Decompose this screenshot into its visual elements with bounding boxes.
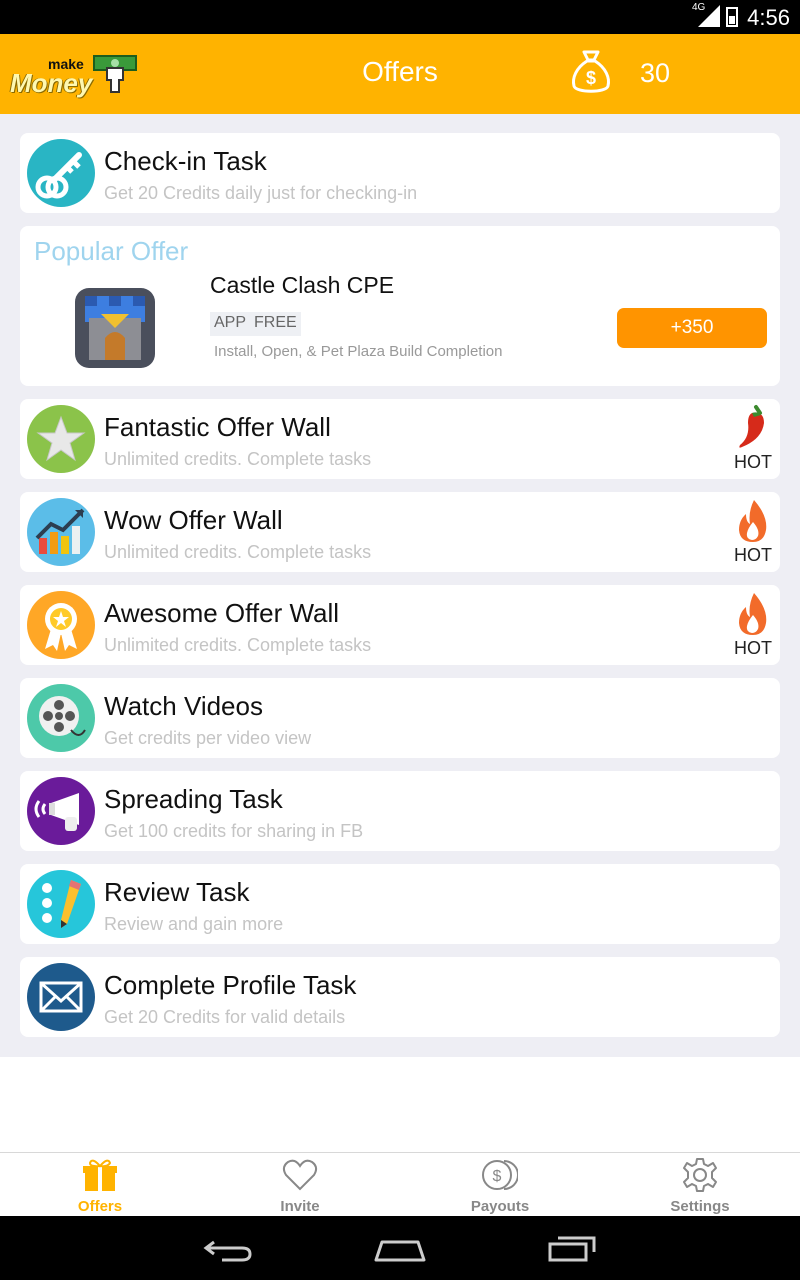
system-navigation-bar: [0, 1216, 800, 1280]
offer-card-review[interactable]: Review Task Review and gain more: [20, 864, 780, 944]
offer-card-complete-profile[interactable]: Complete Profile Task Get 20 Credits for…: [20, 957, 780, 1037]
hot-badge: HOT: [730, 589, 776, 661]
nav-label: Payouts: [470, 1198, 530, 1215]
hot-label: HOT: [734, 638, 772, 658]
card-subtitle: Get 20 Credits for valid details: [104, 1007, 346, 1027]
checkin-task-card[interactable]: Check-in Task Get 20 Credits daily just …: [20, 133, 780, 213]
nav-tab-invite[interactable]: Invite: [200, 1153, 400, 1217]
card-subtitle: Unlimited credits. Complete tasks: [104, 449, 372, 469]
nav-tab-payouts[interactable]: $ Payouts: [400, 1153, 600, 1217]
tag-app: APP: [210, 312, 251, 336]
ribbon-icon: [27, 591, 95, 659]
claim-offer-button[interactable]: +350: [617, 308, 767, 348]
card-subtitle: Unlimited credits. Complete tasks: [104, 635, 372, 655]
card-title: Review Task: [104, 877, 250, 907]
pencil-icon: [27, 870, 95, 938]
offer-card-spreading[interactable]: Spreading Task Get 100 credits for shari…: [20, 771, 780, 851]
card-subtitle: Get credits per video view: [104, 728, 312, 748]
offers-list: Check-in Task Get 20 Credits daily just …: [0, 114, 800, 1057]
card-title: Wow Offer Wall: [104, 505, 283, 535]
svg-text:$: $: [586, 68, 596, 88]
app-bar: make Money Offers $ 30: [0, 34, 800, 114]
offer-card-fantastic[interactable]: Fantastic Offer Wall Unlimited credits. …: [20, 399, 780, 479]
card-title: Watch Videos: [104, 691, 263, 721]
status-bar: 4G 4:56: [0, 0, 800, 34]
envelope-icon: [27, 963, 95, 1031]
popular-offer-card[interactable]: Popular Offer Castle Clash CPE APP FREE …: [20, 226, 780, 386]
bottom-navigation: Offers Invite $ Payouts Settings: [0, 1152, 800, 1216]
card-subtitle: Get 100 credits for sharing in FB: [104, 821, 364, 841]
nav-label: Invite: [280, 1198, 320, 1215]
back-icon[interactable]: [200, 1232, 260, 1264]
status-icons: 4G: [692, 2, 738, 27]
recent-apps-icon[interactable]: [542, 1232, 602, 1264]
chart-icon: [27, 498, 95, 566]
money-bag-icon: $: [572, 50, 610, 93]
popular-offer-heading: Popular Offer: [34, 236, 189, 266]
chili-icon: [739, 405, 764, 448]
star-icon: [27, 405, 95, 473]
hot-label: HOT: [734, 545, 772, 565]
card-title: Complete Profile Task: [104, 970, 357, 1000]
gift-icon: [83, 1159, 117, 1191]
hot-badge: HOT: [730, 496, 776, 568]
heart-icon: [282, 1159, 318, 1191]
page-title: Offers: [362, 56, 438, 87]
card-subtitle: Review and gain more: [104, 914, 284, 934]
key-icon: [27, 139, 95, 207]
nav-label: Settings: [670, 1198, 730, 1215]
card-title: Check-in Task: [104, 146, 267, 176]
tag-free: FREE: [250, 312, 301, 336]
nav-tab-offers[interactable]: Offers: [0, 1153, 200, 1217]
castle-app-icon: [75, 288, 155, 368]
flame-icon: [739, 593, 767, 635]
flame-icon: [739, 500, 767, 542]
popular-offer-description: Install, Open, & Pet Plaza Build Complet…: [214, 343, 503, 360]
offer-card-awesome[interactable]: Awesome Offer Wall Unlimited credits. Co…: [20, 585, 780, 665]
card-subtitle: Unlimited credits. Complete tasks: [104, 542, 372, 562]
signal-icon: 4G: [692, 2, 720, 27]
credit-balance: 30: [640, 58, 671, 88]
popular-offer-name: Castle Clash CPE: [210, 272, 395, 298]
network-type-label: 4G: [692, 2, 706, 13]
gear-icon: [683, 1158, 717, 1192]
status-time: 4:56: [747, 5, 790, 30]
card-title: Spreading Task: [104, 784, 283, 814]
offer-card-watch-videos[interactable]: Watch Videos Get credits per video view: [20, 678, 780, 758]
svg-text:$: $: [493, 1168, 502, 1185]
megaphone-icon: [27, 777, 95, 845]
hot-badge: HOT: [730, 403, 776, 475]
nav-label: Offers: [77, 1198, 123, 1215]
card-subtitle: Get 20 Credits daily just for checking-i…: [104, 183, 418, 203]
battery-icon: [726, 7, 738, 27]
offer-card-wow[interactable]: Wow Offer Wall Unlimited credits. Comple…: [20, 492, 780, 572]
film-reel-icon: [27, 684, 95, 752]
hot-label: HOT: [734, 452, 772, 472]
card-title: Awesome Offer Wall: [104, 598, 340, 628]
home-icon[interactable]: [370, 1232, 430, 1264]
nav-tab-settings[interactable]: Settings: [600, 1153, 800, 1217]
coins-icon: $: [482, 1160, 518, 1190]
card-title: Fantastic Offer Wall: [104, 412, 331, 442]
